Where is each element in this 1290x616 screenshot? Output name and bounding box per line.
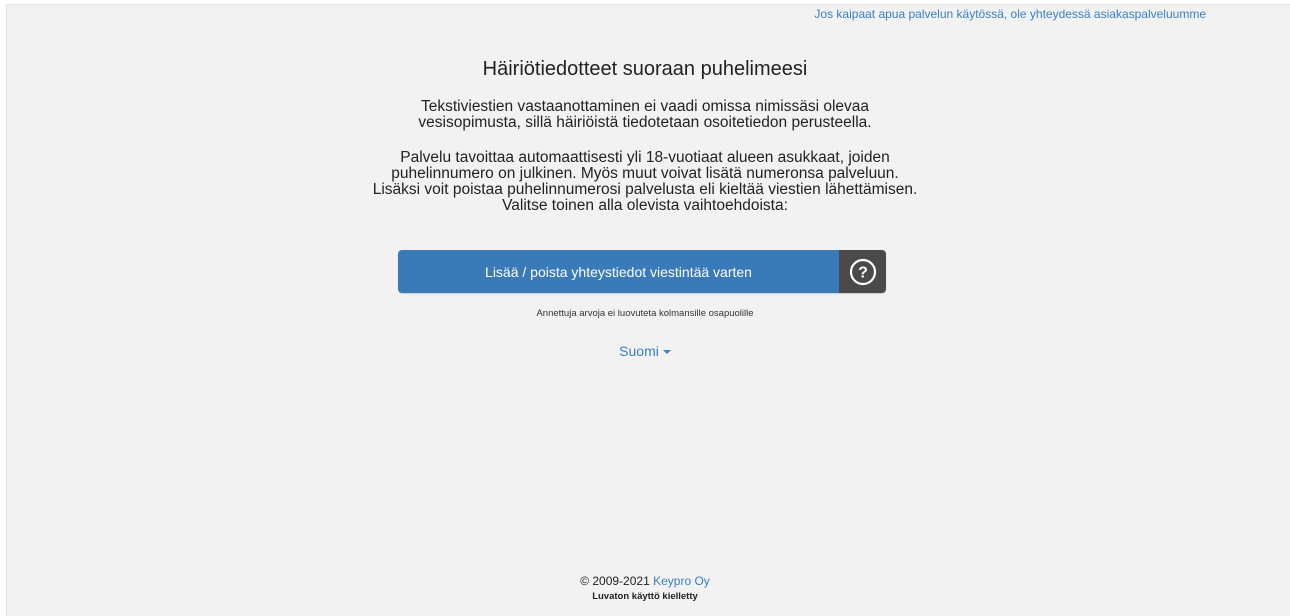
instructions-paragraph: Palvelu tavoittaa automaattisesti yli 18… <box>372 149 918 214</box>
copyright-text: © 2009-2021 <box>580 574 650 588</box>
page-title: Häiriötiedotteet suoraan puhelimeesi <box>482 58 808 80</box>
language-dropdown-toggle[interactable]: Suomi <box>619 343 671 359</box>
language-selector: Suomi <box>0 343 1290 361</box>
company-link[interactable]: Keypro Oy <box>653 574 710 588</box>
copyright-line: © 2009-2021 Keypro Oy <box>0 574 1290 588</box>
usage-notice: Luvaton käyttö kielletty <box>592 591 698 602</box>
customer-service-link[interactable]: Jos kaipaat apua palvelun käytössä, ole … <box>814 7 1206 21</box>
caret-down-icon <box>662 350 671 354</box>
intro-paragraph: Tekstiviestien vastaanottaminen ei vaadi… <box>418 98 872 131</box>
question-circle-icon: ? <box>849 258 876 285</box>
svg-text:?: ? <box>858 264 868 281</box>
footer: © 2009-2021 Keypro Oy Luvaton käyttö kie… <box>0 574 1290 602</box>
add-remove-contact-button[interactable]: Lisää / poista yhteystiedot viestintää v… <box>398 250 839 293</box>
action-button-group: Lisää / poista yhteystiedot viestintää v… <box>398 250 886 293</box>
help-button[interactable]: ? <box>839 250 886 293</box>
privacy-disclaimer: Annettuja arvoja ei luovuteta kolmansill… <box>536 308 754 319</box>
selected-language: Suomi <box>619 343 659 359</box>
